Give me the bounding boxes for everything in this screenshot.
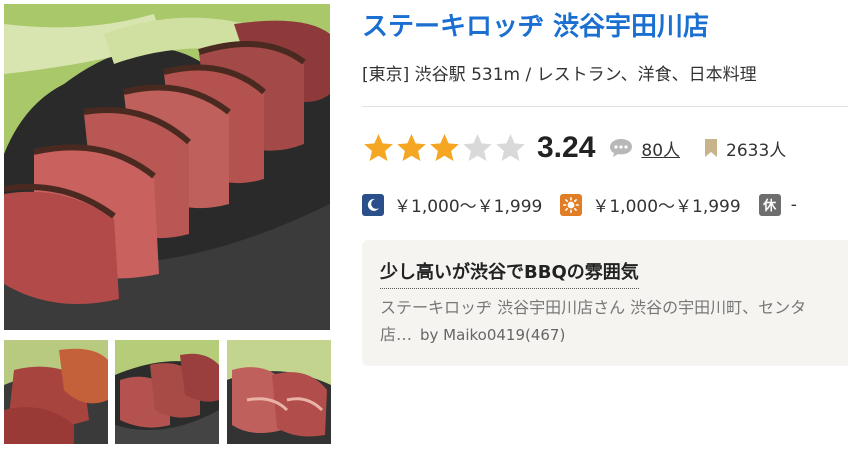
sun-icon — [560, 193, 583, 216]
bookmark-count: 2633人 — [726, 140, 787, 161]
bookmark-icon — [705, 139, 718, 157]
star-icon — [463, 133, 492, 161]
moon-icon — [362, 193, 384, 216]
star-icon — [430, 133, 459, 161]
thumbnail-photo-3[interactable] — [227, 340, 331, 444]
price-row: ￥1,000～￥1,999 ￥1,000～￥1,999 休 - — [362, 192, 797, 217]
rating-row: 3.24 80人 2633人 — [362, 128, 786, 168]
star-rating — [362, 132, 527, 165]
review-card[interactable]: 少し高いが渋谷でBBQの雰囲気 ステーキロッヂ 渋谷宇田川店さん 渋谷の宇田川町… — [362, 240, 848, 366]
dinner-price: ￥1,000～￥1,999 — [394, 197, 543, 217]
review-snippet-ellipsis: 店… — [380, 325, 413, 344]
review-count-link[interactable]: 80人 — [641, 136, 680, 161]
thumbnail-photo-2[interactable] — [115, 340, 219, 444]
speech-bubble-icon — [610, 139, 633, 157]
star-icon — [397, 133, 426, 161]
review-snippet-line2: 店… by Maiko0419(467) — [380, 321, 848, 349]
star-icon — [364, 133, 393, 161]
review-snippet: ステーキロッヂ 渋谷宇田川店さん 渋谷の宇田川町、センタ 店… by Maiko0… — [380, 294, 848, 349]
holiday-badge: 休 — [758, 193, 781, 216]
review-author[interactable]: by Maiko0419(467) — [420, 326, 565, 344]
restaurant-name[interactable]: ステーキロッヂ 渋谷宇田川店 — [362, 6, 709, 43]
holiday-value: - — [790, 194, 797, 215]
star-icon — [496, 133, 525, 161]
rating-score: 3.24 — [537, 131, 596, 164]
main-photo[interactable] — [4, 4, 330, 330]
thumbnail-photo-1[interactable] — [4, 340, 108, 444]
review-title[interactable]: 少し高いが渋谷でBBQの雰囲気 — [380, 258, 639, 289]
review-snippet-line1: ステーキロッヂ 渋谷宇田川店さん 渋谷の宇田川町、センタ — [380, 298, 807, 317]
divider — [362, 106, 848, 107]
restaurant-area-genre: [東京] 渋谷駅 531m / レストラン、洋食、日本料理 — [362, 65, 757, 85]
lunch-price: ￥1,000～￥1,999 — [592, 197, 741, 217]
